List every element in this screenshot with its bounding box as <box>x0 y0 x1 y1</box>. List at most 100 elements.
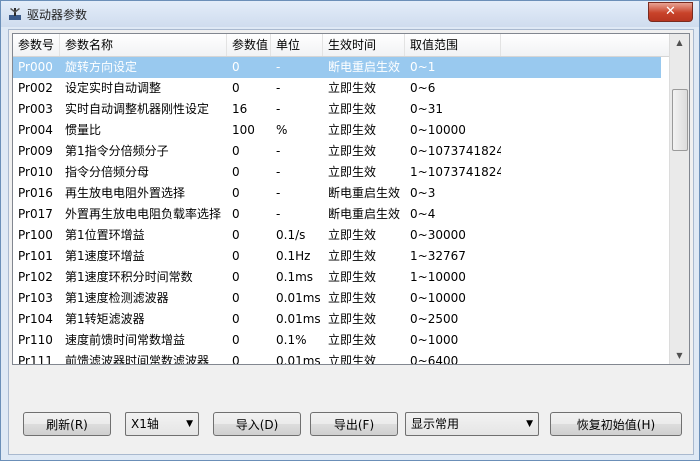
cell-effective-time: 断电重启生效 <box>328 186 401 200</box>
cell-param-no: Pr002 <box>18 81 53 95</box>
client-area: 参数号 参数名称 参数值 单位 生效时间 取值范围 Pr000 旋转方向设定 0 - 断… <box>8 29 694 455</box>
cell-param-value: 0 <box>232 354 240 364</box>
close-button[interactable]: ✕ <box>648 2 693 22</box>
cell-param-no: Pr103 <box>18 291 53 305</box>
cell-effective-time: 立即生效 <box>328 228 377 242</box>
tools-icon <box>9 8 21 20</box>
table-row[interactable]: Pr101 第1速度环增益 0 0.1Hz 立即生效 1~32767 <box>13 246 661 267</box>
cell-param-name: 第1指令分倍频分子 <box>65 144 169 158</box>
cell-param-value: 0 <box>232 249 240 263</box>
table-row[interactable]: Pr017 外置再生放电电阻负载率选择 0 - 断电重启生效 0~4 <box>13 204 661 225</box>
column-header-param-name[interactable]: 参数名称 <box>60 34 227 56</box>
cell-param-name: 指令分倍频分母 <box>65 165 150 179</box>
display-select[interactable]: 显示常用 ▼ <box>405 412 539 436</box>
cell-effective-time: 断电重启生效 <box>328 60 401 74</box>
cell-param-no: Pr101 <box>18 249 53 263</box>
cell-effective-time: 立即生效 <box>328 354 377 364</box>
vertical-scrollbar[interactable]: ▲ ▼ <box>669 34 689 364</box>
cell-param-no: Pr111 <box>18 354 53 364</box>
table-row[interactable]: Pr009 第1指令分倍频分子 0 - 立即生效 0~1073741824 <box>13 141 661 162</box>
cell-range: 0~4 <box>410 207 436 221</box>
table-row[interactable]: Pr100 第1位置环增益 0 0.1/s 立即生效 0~30000 <box>13 225 661 246</box>
cell-range: 0~1073741824 <box>410 144 501 158</box>
column-header-param-value[interactable]: 参数值 <box>227 34 271 56</box>
cell-param-name: 第1转矩滤波器 <box>65 312 145 326</box>
cell-param-value: 0 <box>232 186 240 200</box>
cell-param-no: Pr104 <box>18 312 53 326</box>
axis-select[interactable]: X1轴 ▼ <box>125 412 199 436</box>
cell-param-no: Pr003 <box>18 102 53 116</box>
cell-unit: 0.01ms <box>276 291 321 305</box>
column-header-effective-time[interactable]: 生效时间 <box>323 34 405 56</box>
cell-param-value: 0 <box>232 81 240 95</box>
cell-param-no: Pr016 <box>18 186 53 200</box>
column-header-range[interactable]: 取值范围 <box>405 34 501 56</box>
table-row[interactable]: Pr102 第1速度环积分时间常数 0 0.1ms 立即生效 1~10000 <box>13 267 661 288</box>
cell-param-value: 0 <box>232 270 240 284</box>
cell-unit: 0.01ms <box>276 312 321 326</box>
table-row[interactable]: Pr002 设定实时自动调整 0 - 立即生效 0~6 <box>13 78 661 99</box>
cell-range: 0~6400 <box>410 354 459 364</box>
cell-unit: - <box>276 81 281 95</box>
cell-unit: % <box>276 123 288 137</box>
cell-unit: - <box>276 165 281 179</box>
cell-param-name: 旋转方向设定 <box>65 60 138 74</box>
cell-param-value: 0 <box>232 291 240 305</box>
cell-effective-time: 断电重启生效 <box>328 207 401 221</box>
table-row[interactable]: Pr004 惯量比 100% 立即生效 0~10000 <box>13 120 661 141</box>
cell-param-no: Pr010 <box>18 165 53 179</box>
cell-unit: 0.1/s <box>276 228 306 242</box>
table-row[interactable]: Pr003 实时自动调整机器刚性设定 16 - 立即生效 0~31 <box>13 99 661 120</box>
params-table: 参数号 参数名称 参数值 单位 生效时间 取值范围 Pr000 旋转方向设定 0 - 断… <box>12 33 690 365</box>
title-bar[interactable]: 驱动器参数 ✕ <box>1 1 699 27</box>
export-button[interactable]: 导出(F) <box>310 412 398 436</box>
column-header-unit[interactable]: 单位 <box>271 34 323 56</box>
chevron-down-icon: ▼ <box>186 419 193 429</box>
cell-effective-time: 立即生效 <box>328 291 377 305</box>
cell-unit: - <box>276 207 281 221</box>
cell-param-name: 前馈滤波器时间常数滤波器 <box>65 354 210 364</box>
cell-effective-time: 立即生效 <box>328 270 377 284</box>
cell-param-name: 再生放电电阻外置选择 <box>65 186 186 200</box>
cell-param-name: 外置再生放电电阻负载率选择 <box>65 207 222 221</box>
cell-param-no: Pr004 <box>18 123 53 137</box>
scrollbar-thumb[interactable] <box>672 89 688 151</box>
restore-defaults-button[interactable]: 恢复初始值(H) <box>550 412 682 436</box>
arrow-up-icon[interactable]: ▲ <box>670 34 689 51</box>
table-body: Pr000 旋转方向设定 0 - 断电重启生效 0~1 Pr002 设定实时自动调整 0 - 立即生… <box>13 57 669 364</box>
cell-range: 0~2500 <box>410 312 459 326</box>
cell-effective-time: 立即生效 <box>328 333 377 347</box>
column-header-param-no[interactable]: 参数号 <box>13 34 60 56</box>
table-row[interactable]: Pr000 旋转方向设定 0 - 断电重启生效 0~1 <box>13 57 661 78</box>
display-select-value: 显示常用 <box>411 417 460 431</box>
cell-unit: 0.1ms <box>276 270 314 284</box>
refresh-button[interactable]: 刷新(R) <box>23 412 111 436</box>
cell-effective-time: 立即生效 <box>328 144 377 158</box>
cell-param-no: Pr017 <box>18 207 53 221</box>
table-row[interactable]: Pr111 前馈滤波器时间常数滤波器 0 0.01ms 立即生效 0~6400 <box>13 351 661 364</box>
cell-range: 1~32767 <box>410 249 466 263</box>
cell-range: 1~10000 <box>410 270 466 284</box>
cell-unit: 0.01ms <box>276 354 321 364</box>
cell-param-value: 0 <box>232 312 240 326</box>
table-row[interactable]: Pr104 第1转矩滤波器 0 0.01ms 立即生效 0~2500 <box>13 309 661 330</box>
cell-unit: - <box>276 102 281 116</box>
import-button[interactable]: 导入(D) <box>213 412 301 436</box>
cell-param-value: 100 <box>232 123 255 137</box>
cell-range: 0~1 <box>410 60 436 74</box>
table-row[interactable]: Pr016 再生放电电阻外置选择 0 - 断电重启生效 0~3 <box>13 183 661 204</box>
cell-param-value: 0 <box>232 60 240 74</box>
cell-range: 0~30000 <box>410 228 466 242</box>
table-header: 参数号 参数名称 参数值 单位 生效时间 取值范围 <box>13 34 669 57</box>
table-row[interactable]: Pr103 第1速度检测滤波器 0 0.01ms 立即生效 0~10000 <box>13 288 661 309</box>
arrow-down-icon[interactable]: ▼ <box>670 347 689 364</box>
cell-unit: 0.1Hz <box>276 249 311 263</box>
driver-params-window: 驱动器参数 ✕ 参数号 参数名称 参数值 单位 生效时间 取值范围 Pr000 旋… <box>0 0 700 461</box>
cell-param-name: 第1位置环增益 <box>65 228 145 242</box>
cell-unit: 0.1% <box>276 333 307 347</box>
cell-param-no: Pr102 <box>18 270 53 284</box>
table-row[interactable]: Pr010 指令分倍频分母 0 - 立即生效 1~1073741824 <box>13 162 661 183</box>
cell-param-value: 0 <box>232 144 240 158</box>
cell-range: 0~10000 <box>410 123 466 137</box>
table-row[interactable]: Pr110 速度前馈时间常数增益 0 0.1% 立即生效 0~1000 <box>13 330 661 351</box>
